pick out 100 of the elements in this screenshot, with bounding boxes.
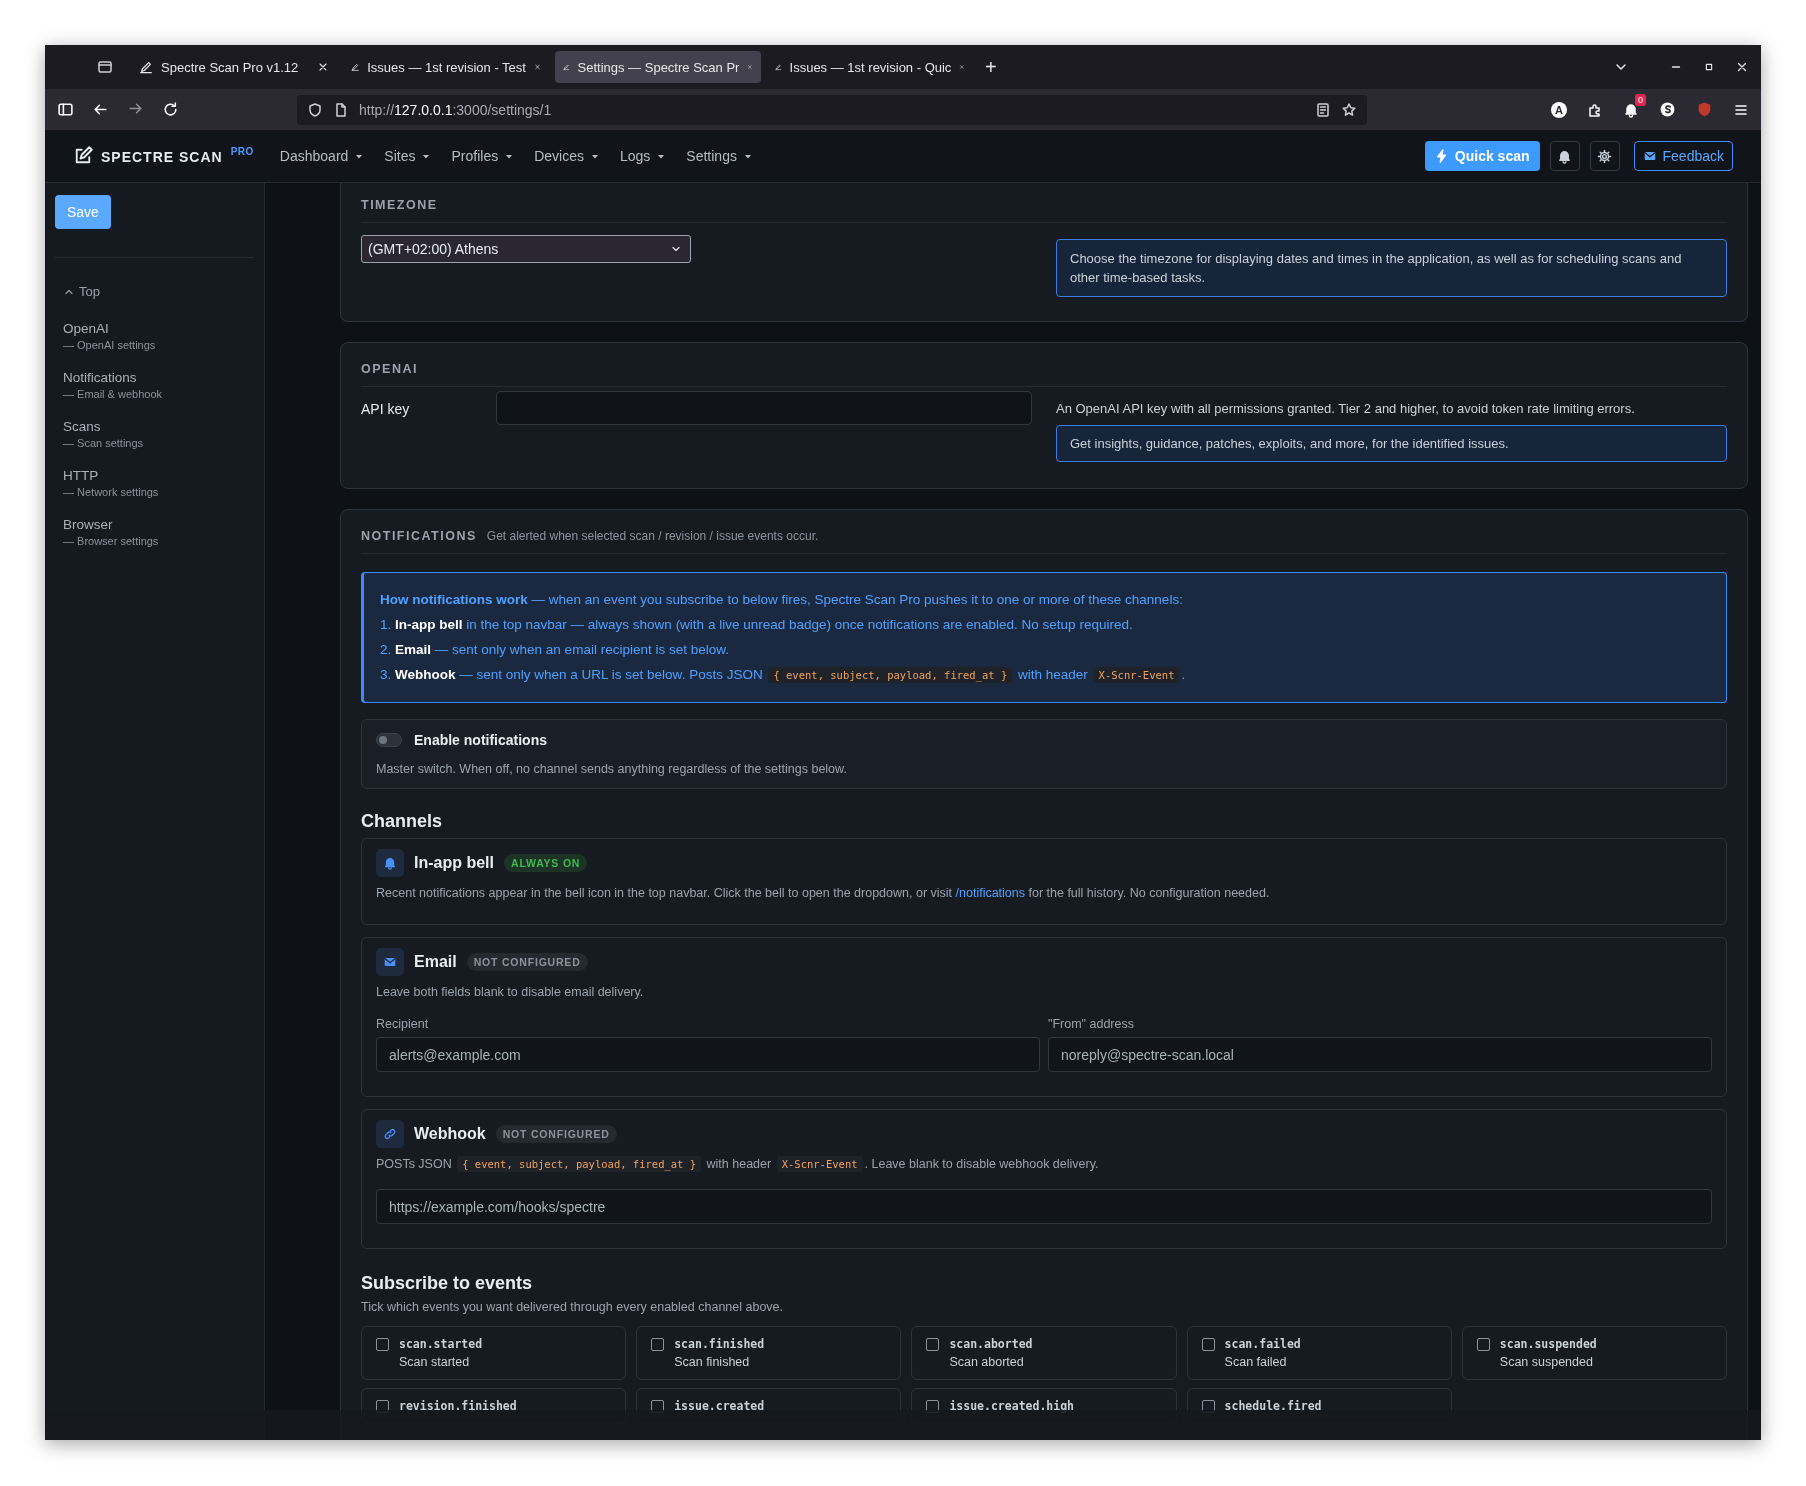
field-label: "From" address <box>1048 1017 1135 1031</box>
event-code: schedule.fired <box>1224 1399 1323 1413</box>
event-code: issue.created <box>674 1399 766 1413</box>
gear-icon <box>1597 148 1612 164</box>
channel-description: Leave both fields blank to disable email delivery. <box>376 985 645 999</box>
browser-tab[interactable]: Issues — 1st revision - Quic <box>767 51 973 83</box>
settings-button[interactable] <box>1589 141 1620 171</box>
tab-list-icon[interactable] <box>97 59 113 75</box>
info-step: 2. Email — sent only when an email recipient is set below. <box>380 637 1710 662</box>
top-link[interactable]: Top <box>55 284 254 299</box>
status-label: ALWAYS ON <box>504 854 588 872</box>
timezone-select[interactable]: (GMT+02:00) Athens <box>361 235 691 263</box>
circle-extension-icon[interactable] <box>1659 101 1676 118</box>
maximize-icon[interactable] <box>1703 61 1715 73</box>
text-field[interactable]: noreply@spectre-scan.local <box>1048 1037 1712 1072</box>
channel-description: POSTs JSON { event, subject, payload, fired_at } with header X-Scnr-Event . Leave blank to disable webhook delivery. <box>376 1157 1100 1171</box>
back-icon[interactable] <box>92 101 109 118</box>
nav-menu[interactable]: Profiles <box>451 148 515 164</box>
info-step: 1. In-app bell in the top navbar — always shown (with a live unread badge) once notifications are enabled. No setup required. <box>380 612 1710 637</box>
sidebar-subtitle: — Scan settings <box>63 437 145 449</box>
sidebar-icon[interactable] <box>57 101 74 118</box>
section-heading: NOTIFICATIONS <box>361 529 477 543</box>
notifications-button[interactable] <box>1549 141 1580 171</box>
section-heading: TIMEZONE <box>361 193 1727 223</box>
event-code: revision.finished <box>399 1399 518 1413</box>
checkbox[interactable] <box>651 1337 665 1351</box>
reader-view-icon[interactable] <box>1315 101 1331 118</box>
bell-icon <box>1557 148 1572 164</box>
brand-name: SPECTRE SCAN <box>101 149 223 165</box>
channel-name: Webhook <box>414 1125 486 1143</box>
new-tab-button[interactable]: + <box>985 55 997 79</box>
text-field[interactable]: alerts@example.com <box>376 1037 1040 1072</box>
channel-name: Email <box>414 953 457 971</box>
text-field[interactable]: https://example.com/hooks/spectre <box>376 1189 1712 1224</box>
nav-menu[interactable]: Settings <box>686 148 753 164</box>
checkbox[interactable] <box>1201 1337 1215 1351</box>
info-step: 3. Webhook — sent only when a URL is set below. Posts JSON { event, subject, payload, fired_at } with header X-Scnr-Event . <box>380 662 1710 688</box>
sidebar-link[interactable]: Scans <box>63 419 254 434</box>
hint-text: An OpenAI API key with all permissions granted. Tier 2 and higher, to avoid token rate limiting errors. <box>1056 401 1636 416</box>
event-code: scan.failed <box>1224 1337 1302 1351</box>
sidebar-link[interactable]: Notifications <box>63 370 254 385</box>
toggle-switch[interactable] <box>376 733 402 747</box>
status-label: NOT CONFIGURED <box>495 1125 617 1143</box>
close-icon[interactable] <box>317 61 329 73</box>
browser-tab[interactable]: Spectre Scan Pro v1.12 <box>131 51 337 83</box>
sidebar-subtitle: — OpenAI settings <box>63 339 157 351</box>
channel-name: In-app bell <box>414 854 494 872</box>
sidebar-link[interactable]: Browser <box>63 517 254 532</box>
section-description: Tick which events you want delivered through every enabled channel above. <box>361 1300 784 1314</box>
checkbox[interactable] <box>1476 1337 1490 1351</box>
sidebar-subtitle: — Browser settings <box>63 535 160 547</box>
event-label: Scan aborted <box>949 1355 1025 1369</box>
notification-count-badge: 0 <box>1635 93 1646 106</box>
star-icon[interactable] <box>1341 101 1357 118</box>
shield-extension-icon[interactable] <box>1696 101 1713 118</box>
field-label: API key <box>361 400 411 417</box>
section-heading: OPENAI <box>361 357 1727 387</box>
brand-pen-icon <box>73 146 93 166</box>
info-text: How notifications work — when an event you subscribe to below fires, Spectre Scan Pro pushes it to one or more of these channels: <box>380 591 1184 609</box>
setting-description: Master switch. When off, no channel sends anything regardless of the settings below. <box>376 762 848 776</box>
event-label: Scan started <box>399 1355 471 1369</box>
browser-tab[interactable]: Settings — Spectre Scan Pr <box>555 51 761 83</box>
account-button[interactable]: A <box>1551 101 1567 118</box>
channel-description: Recent notifications appear in the bell icon in the top navbar. Click the bell to open the dropdown, or visit /notifications for the full history. No configuration needed. <box>376 886 1271 900</box>
sidebar-subtitle: — Email & webhook <box>63 388 164 400</box>
checkbox[interactable] <box>376 1337 389 1351</box>
pen-icon <box>139 60 153 74</box>
url-text: http://127.0.0.1:3000/settings/1 <box>359 101 553 118</box>
notifications-link[interactable]: /notifications <box>955 886 1025 900</box>
bell-icon <box>383 856 397 870</box>
puzzle-icon[interactable] <box>1587 101 1603 118</box>
checkbox[interactable] <box>926 1337 940 1351</box>
envelope-icon <box>1642 149 1657 163</box>
section-subheading: Get alerted when selected scan / revision / issue events occur. <box>486 529 819 543</box>
event-label: Scan suspended <box>1499 1355 1594 1369</box>
nav-menu[interactable]: Devices <box>534 148 600 164</box>
sidebar-link[interactable]: HTTP <box>63 468 254 483</box>
nav-menu[interactable]: Dashboard <box>279 148 365 164</box>
page-icon <box>333 101 349 118</box>
event-label: Scan finished <box>674 1355 751 1369</box>
api-key-field[interactable] <box>496 391 1032 425</box>
close-icon[interactable] <box>1735 60 1749 74</box>
subsection-heading: Channels <box>361 811 444 832</box>
reload-icon[interactable] <box>162 101 179 118</box>
bolt-icon <box>1434 149 1449 163</box>
nav-menu[interactable]: Logs <box>619 148 667 164</box>
feedback-button[interactable]: Feedback <box>1633 141 1733 171</box>
address-field[interactable]: http://127.0.0.1:3000/settings/1 <box>297 94 1367 125</box>
event-label: Scan failed <box>1224 1355 1288 1369</box>
envelope-icon <box>383 955 397 969</box>
shield-icon <box>307 101 323 118</box>
sidebar-link[interactable]: OpenAI <box>63 321 254 336</box>
sidebar-subtitle: — Network settings <box>63 486 160 498</box>
nav-menu[interactable]: Sites <box>384 148 432 164</box>
event-code: scan.suspended <box>1499 1337 1598 1351</box>
field-label: Recipient <box>376 1017 430 1031</box>
browser-tab[interactable]: Issues — 1st revision - Test <box>343 51 549 83</box>
bell-icon[interactable] <box>1623 101 1639 118</box>
link-icon <box>383 1127 397 1141</box>
help-text: Choose the timezone for displaying dates and times in the application, as well as for scheduling scans and other time-based tasks. <box>1056 239 1727 297</box>
